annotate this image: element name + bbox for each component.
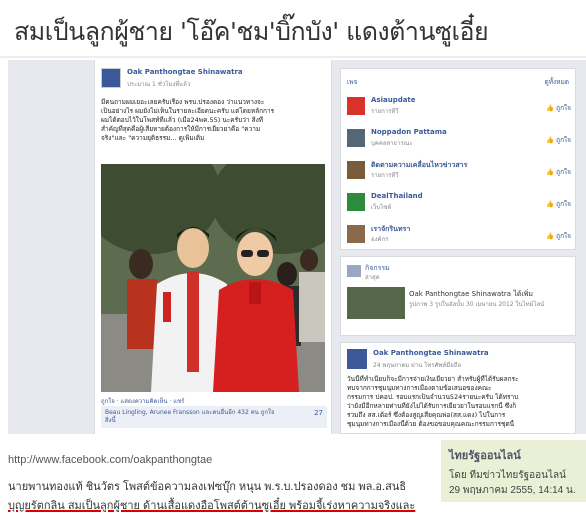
page-item[interactable]: Asiaupdate รายการทีวี 👍 ถูกใจ <box>347 95 571 125</box>
like-label: ถูกใจ <box>556 232 571 240</box>
like-label: ถูกใจ <box>556 104 571 112</box>
post-text-line: จริง"และ "ความยุติธรรม... ดูเพิ่มเติม <box>101 134 205 142</box>
page-like-button[interactable]: 👍 ถูกใจ <box>546 167 571 177</box>
post-actions[interactable]: ถูกใจ · แสดงความคิดเห็น · แชร์ <box>101 396 184 406</box>
pages-panel: เพจ ดูทั้งหมด Asiaupdate รายการทีวี 👍 ถู… <box>340 68 576 250</box>
body-line: นายพานทองแท้ ชินวัตร โพสต์ข้อความลงเฟซบุ… <box>8 481 407 493</box>
page-like-button[interactable]: 👍 ถูกใจ <box>546 135 571 145</box>
activity-thumbnail[interactable] <box>347 287 405 319</box>
page-category: เว็บไซต์ <box>371 204 392 211</box>
page-title[interactable]: Noppadon Pattama <box>371 128 447 136</box>
post-text-line: ว่ายังมีอีกหลายท่านที่ยังไม่ได้รับการเยี… <box>347 402 517 410</box>
page-icon <box>347 193 365 211</box>
post-text-line: รวมถึง สส.เต้อร์ ซึ่งต้องสูญเสียคุณพ่อ(ส… <box>347 411 506 419</box>
likes-text[interactable]: Beau Lingling, Arunee Fransson และคนอื่น… <box>105 409 323 417</box>
page-like-button[interactable]: 👍 ถูกใจ <box>546 199 571 209</box>
post-text-line: มีคนถามผมเยอะเลยครับเรื่อง พรบ.ปรองดอง ว… <box>101 98 265 106</box>
page-icon <box>347 97 365 115</box>
news-page: สมเป็นลูกผู้ชาย 'โอ๊ค'ชม'บิ๊กบัง' แดงต้า… <box>0 0 586 518</box>
post-text-line: ชุมนุมทางการเมืองนี้ด้วย ต้องขอขอบคุณคณะ… <box>347 420 515 428</box>
credit-date: 29 พฤษภาคม 2555, 14:14 น. <box>449 485 576 496</box>
page-item[interactable]: Noppadon Pattama บุคคลสาธารณะ 👍 ถูกใจ <box>347 127 571 157</box>
post-author[interactable]: Oak Panthongtae Shinawatra <box>127 68 243 76</box>
post-text-line: วันนี้ที่ทำเนียบก็จะมีการจ่ายเงินเยียวยา… <box>347 375 519 383</box>
source-url[interactable]: http://www.facebook.com/oakpanthongtae <box>8 454 212 466</box>
page-item[interactable]: เราจักรินทรา องค์กร 👍 ถูกใจ <box>347 223 571 253</box>
second-post: Oak Panthongtae Shinawatra 24 พฤษภาคม ผ่… <box>340 342 576 434</box>
activity-subtitle: ล่าสุด <box>365 274 380 281</box>
comment-count[interactable]: 27 <box>314 409 323 417</box>
article-headline: สมเป็นลูกผู้ชาย 'โอ๊ค'ชม'บิ๊กบัง' แดงต้า… <box>14 17 489 46</box>
pages-panel-title: เพจ <box>347 78 358 86</box>
post-photo[interactable] <box>101 164 325 392</box>
see-all-link[interactable]: ดูทั้งหมด <box>545 77 569 87</box>
post-author[interactable]: Oak Panthongtae Shinawatra <box>373 349 489 357</box>
post-text: วันนี้ที่ทำเนียบก็จะมีการจ่ายเงินเยียวยา… <box>347 375 573 429</box>
page-like-button[interactable]: 👍 ถูกใจ <box>546 103 571 113</box>
page-title[interactable]: Asiaupdate <box>371 96 416 104</box>
photo-people <box>127 227 325 392</box>
page-category: รายการทีวี <box>371 108 399 115</box>
page-icon <box>347 129 365 147</box>
activity-detail[interactable]: รูปภาพ 3 รูปในอัลบั้ม 30 เมษายน 2012 ในไ… <box>409 299 571 309</box>
like-label: ถูกใจ <box>556 200 571 208</box>
author-avatar[interactable] <box>347 349 367 369</box>
facebook-sidebar: เพจ ดูทั้งหมด Asiaupdate รายการทีวี 👍 ถู… <box>340 60 584 434</box>
article-body: นายพานทองแท้ ชินวัตร โพสต์ข้อความลงเฟซบุ… <box>8 478 434 516</box>
facebook-post-column: Oak Panthongtae Shinawatra ประมาณ 1 ชั่ว… <box>94 60 332 434</box>
page-item[interactable]: ติดตามความเคลื่อนไหวข่าวสาร รายการทีวี 👍… <box>347 159 571 189</box>
page-item[interactable]: DealThailand เว็บไซต์ 👍 ถูกใจ <box>347 191 571 221</box>
likes-text-2: สิ่งนี้ <box>105 417 116 424</box>
post-header: Oak Panthongtae Shinawatra ประมาณ 1 ชั่ว… <box>101 68 327 94</box>
page-category: รายการทีวี <box>371 172 399 179</box>
header-divider <box>0 56 586 58</box>
post-text-line: ผมได้ตอบไว้ในโพสท์ที่แล้ว (เมื่อ24พค.55)… <box>101 116 264 124</box>
page-category: บุคคลสาธารณะ <box>371 140 413 147</box>
post-text-line: กรรมการ ปคอป. รอบแรกเป็นจำนวน524รายนะครั… <box>347 393 519 401</box>
body-line: บุญยรัตกลิน สมเป็นลูกผู้ชาย ด้านเสื้อแดง… <box>8 500 416 512</box>
activity-panel: กิจกรรม ล่าสุด Oak Panthongtae Shinawatr… <box>340 256 576 336</box>
post-text-line: สำคัญที่สุดคือผู้เสียหายต้องการให้มีการเ… <box>101 125 261 133</box>
credit-title[interactable]: ไทยรัฐออนไลน์ <box>449 446 521 464</box>
like-label: ถูกใจ <box>556 136 571 144</box>
activity-icon <box>347 265 361 277</box>
page-icon <box>347 161 365 179</box>
page-category: องค์กร <box>371 236 389 243</box>
facebook-screenshot: Oak Panthongtae Shinawatra ประมาณ 1 ชั่ว… <box>8 60 586 434</box>
post-time[interactable]: 24 พฤษภาคม ผ่าน โทรศัพท์มือถือ <box>373 360 461 370</box>
credit-author: โดย ทีมข่าวไทยรัฐออนไลน์ <box>449 470 566 481</box>
post-time[interactable]: ประมาณ 1 ชั่วโมงที่แล้ว <box>127 79 190 89</box>
post-text-line: เป็นอย่างไร ผมยังไม่เห็นในรายละเอียดนะคร… <box>101 107 275 115</box>
post-likes: Beau Lingling, Arunee Fransson และคนอื่น… <box>101 406 327 428</box>
page-icon <box>347 225 365 243</box>
post-text-line: ทบจากการชุมนุมทางการเมืองตามข้อเสนอของคณ… <box>347 384 492 392</box>
page-title[interactable]: DealThailand <box>371 192 423 200</box>
credit-box: ไทยรัฐออนไลน์ โดย ทีมข่าวไทยรัฐออนไลน์ 2… <box>438 440 586 502</box>
post-text: มีคนถามผมเยอะเลยครับเรื่อง พรบ.ปรองดอง ว… <box>101 98 327 143</box>
author-avatar[interactable] <box>101 68 121 88</box>
like-label: ถูกใจ <box>556 168 571 176</box>
page-like-button[interactable]: 👍 ถูกใจ <box>546 231 571 241</box>
